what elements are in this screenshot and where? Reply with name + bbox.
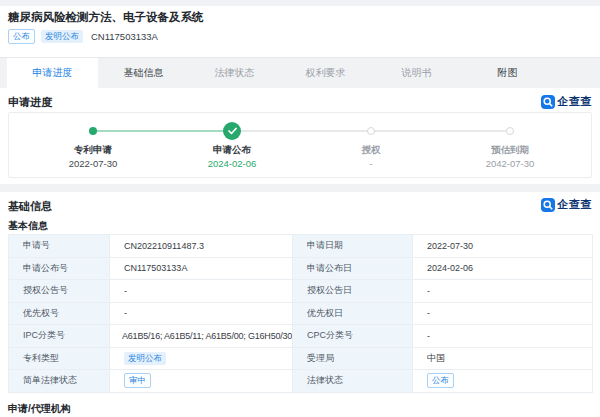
basic-info-subtitle: 基本信息 <box>8 219 48 233</box>
field-value: 2022-07-30 <box>413 235 593 258</box>
field-label: 申请日期 <box>293 235 413 258</box>
tab-claims[interactable]: 权利要求 <box>280 58 371 88</box>
step-pending-dot <box>367 127 375 135</box>
legal-status-tag: 公布 <box>427 373 454 388</box>
field-label: IPC分类号 <box>9 325 110 348</box>
timeline-segment-pending <box>371 130 510 132</box>
field-label: 优先权号 <box>9 303 110 326</box>
field-label: 申请公布号 <box>9 258 110 281</box>
status-tag: 公布 <box>8 29 35 44</box>
timeline-segment-pending <box>232 130 371 132</box>
step-done-dot <box>89 127 97 135</box>
tab-figures[interactable]: 附图 <box>462 58 553 88</box>
field-label: 授权公告日 <box>293 280 413 303</box>
field-value: - <box>413 325 593 348</box>
step-label: 专利申请 <box>28 144 158 157</box>
basic-section-title: 基础信息 <box>8 199 52 214</box>
field-value: 发明公布 <box>110 348 293 371</box>
tab-basic-info[interactable]: 基础信息 <box>98 58 189 88</box>
header-meta: 公布 发明公布 CN117503133A <box>8 29 158 44</box>
field-label: 授权公告号 <box>9 280 110 303</box>
table-row: 专利类型 发明公布 受理局 中国 <box>9 348 593 371</box>
field-value: 公布 <box>413 370 593 393</box>
table-row: IPC分类号 A61B5/16; A61B5/11; A61B5/00; G16… <box>9 325 593 348</box>
table-row: 申请号 CN202210911487.3 申请日期 2022-07-30 <box>9 235 593 258</box>
step-pending-dot <box>506 127 514 135</box>
progress-timeline: 专利申请 2022-07-30 申请公布 2024-02-06 授权 - 预估到… <box>8 112 592 178</box>
qichacha-brand: 企查查 <box>541 94 593 109</box>
agency-section-title: 申请/代理机构 <box>8 402 71 416</box>
field-label: 受理局 <box>293 348 413 371</box>
field-value: - <box>413 280 593 303</box>
table-row: 授权公告号 - 授权公告日 - <box>9 280 593 303</box>
basic-info-table: 申请号 CN202210911487.3 申请日期 2022-07-30 申请公… <box>8 234 593 393</box>
field-value: A61B5/16; A61B5/11; A61B5/00; G16H50/30 <box>110 325 293 348</box>
qichacha-brand-text: 企查查 <box>558 94 593 109</box>
patent-title: 糖尿病风险检测方法、电子设备及系统 <box>8 10 204 25</box>
section-divider <box>0 184 600 192</box>
progress-section-title: 申请进度 <box>8 95 52 110</box>
qichacha-brand: 企查查 <box>541 197 593 212</box>
step-check-icon <box>223 122 241 140</box>
table-row: 优先权号 - 优先权日 - <box>9 303 593 326</box>
field-value: 审中 <box>110 370 293 393</box>
field-label: 法律状态 <box>293 370 413 393</box>
field-value: CN117503133A <box>110 258 293 281</box>
field-label: 申请号 <box>9 235 110 258</box>
page-top-strip <box>0 0 600 6</box>
field-label: 专利类型 <box>9 348 110 371</box>
tab-bar: 申请进度 基础信息 法律状态 权利要求 说明书 附图 <box>0 57 600 88</box>
qichacha-brand-text: 企查查 <box>558 197 593 212</box>
tab-description[interactable]: 说明书 <box>371 58 462 88</box>
field-value: - <box>413 303 593 326</box>
qichacha-logo-icon <box>541 95 555 109</box>
step-label: 授权 <box>306 144 436 157</box>
publication-number: CN117503133A <box>91 31 158 42</box>
step-label: 预估到期 <box>445 144 575 157</box>
tab-application-progress[interactable]: 申请进度 <box>7 58 98 88</box>
table-row: 简单法律状态 审中 法律状态 公布 <box>9 370 593 393</box>
step-date: - <box>306 158 436 169</box>
field-value: 中国 <box>413 348 593 371</box>
field-label: 简单法律状态 <box>9 370 110 393</box>
qichacha-logo-icon <box>541 198 555 212</box>
field-value: 2024-02-06 <box>413 258 593 281</box>
field-label: 申请公布日 <box>293 258 413 281</box>
field-label: 优先权日 <box>293 303 413 326</box>
field-value: - <box>110 280 293 303</box>
simple-legal-status-tag: 审中 <box>124 373 151 388</box>
patent-type-tag: 发明公布 <box>124 352 166 365</box>
type-tag: 发明公布 <box>41 30 83 43</box>
step-date: 2022-07-30 <box>28 158 158 169</box>
field-value: CN202210911487.3 <box>110 235 293 258</box>
step-date: 2042-07-30 <box>445 158 575 169</box>
timeline-segment-done <box>93 130 232 132</box>
step-label: 申请公布 <box>167 144 297 157</box>
tab-legal-status[interactable]: 法律状态 <box>189 58 280 88</box>
field-value: - <box>110 303 293 326</box>
field-label: CPC分类号 <box>293 325 413 348</box>
table-row: 申请公布号 CN117503133A 申请公布日 2024-02-06 <box>9 258 593 281</box>
step-date: 2024-02-06 <box>167 158 297 169</box>
